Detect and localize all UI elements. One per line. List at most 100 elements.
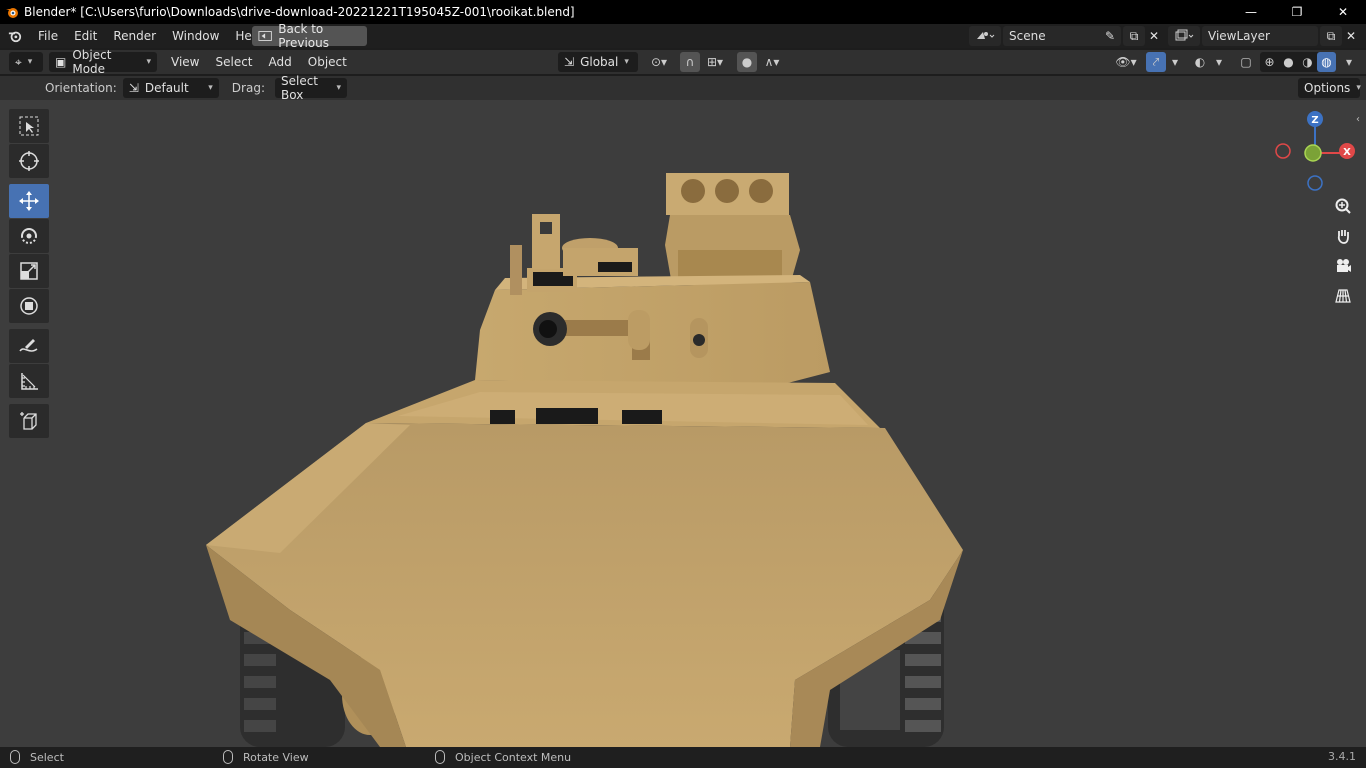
measure-tool[interactable] xyxy=(9,364,49,398)
launcher xyxy=(665,173,800,285)
orientation-value: Default xyxy=(144,81,189,95)
view-layer-name-field[interactable]: ViewLayer xyxy=(1202,26,1318,46)
falloff-icon[interactable]: ∧▾ xyxy=(757,52,787,72)
overlays-icon[interactable]: ◐ xyxy=(1190,52,1210,72)
window-title: Blender* [C:\Users\furio\Downloads\drive… xyxy=(24,5,575,19)
snap-icon[interactable]: ∩ xyxy=(680,52,700,72)
status-rotate: Rotate View xyxy=(223,750,309,764)
gizmo-x-label: X xyxy=(1343,147,1351,158)
menu-window[interactable]: Window xyxy=(164,24,227,48)
title-bar: Blender* [C:\Users\furio\Downloads\drive… xyxy=(0,0,1366,24)
camera-view-icon[interactable] xyxy=(1329,252,1357,280)
status-context: Object Context Menu xyxy=(435,750,571,764)
menu-add[interactable]: Add xyxy=(261,50,300,74)
drag-value: Select Box xyxy=(280,74,319,102)
pan-hand-icon[interactable] xyxy=(1329,222,1357,250)
navigation-gizmo[interactable]: Z X xyxy=(1270,108,1360,198)
gizmo-dropdown-icon[interactable]: ▾ xyxy=(1166,52,1184,72)
top-menu-bar: File Edit Render Window Help Back to Pre… xyxy=(0,22,1366,50)
menu-render[interactable]: Render xyxy=(105,24,164,48)
viewport-header: ⌖ ▾ ▣ Object Mode ▾ View Select Add Object… xyxy=(0,48,1366,76)
3d-viewport[interactable]: Z X ‹ xyxy=(0,100,1366,747)
version-label: 3.4.1 xyxy=(1328,750,1356,763)
xray-icon[interactable]: ▢ xyxy=(1236,52,1256,72)
proportional-editing-icon[interactable]: ● xyxy=(737,52,757,72)
screen-icon xyxy=(258,31,272,41)
view3d-icon: ⌖ xyxy=(15,54,22,69)
editor-type-dropdown[interactable]: ⌖ ▾ xyxy=(9,52,43,72)
wireframe-shading-icon[interactable]: ⊕ xyxy=(1260,52,1279,72)
menu-object[interactable]: Object xyxy=(300,50,355,74)
menu-file[interactable]: File xyxy=(30,24,66,48)
shading-group: ⊕ ● ◑ ◍ xyxy=(1260,52,1336,72)
restore-button[interactable]: ❐ xyxy=(1274,0,1320,24)
orientation-icon: ⇲ xyxy=(564,55,575,69)
menu-view[interactable]: View xyxy=(163,50,207,74)
scene-selector: Scene ✎ ⧉ ✕ xyxy=(969,26,1163,46)
close-window-button[interactable]: ✕ xyxy=(1320,0,1366,24)
snap-target-icon[interactable]: ⊞▾ xyxy=(700,52,730,72)
status-rotate-label: Rotate View xyxy=(243,750,309,764)
orientation-label: Orientation: xyxy=(45,81,117,95)
minimize-button[interactable]: — xyxy=(1228,0,1274,24)
solid-shading-icon[interactable]: ● xyxy=(1279,52,1298,72)
material-shading-icon[interactable]: ◑ xyxy=(1298,52,1317,72)
status-bar: Select Rotate View Object Context Menu 3… xyxy=(0,747,1366,768)
view-layer-browse-icon[interactable] xyxy=(1168,26,1200,46)
visibility-icon[interactable]: 👁▾ xyxy=(1110,52,1142,72)
object-mode-icon: ▣ xyxy=(55,55,67,69)
transform-orientation-dropdown[interactable]: ⇲ Global ▾ xyxy=(558,52,638,72)
new-scene-icon[interactable]: ⧉ xyxy=(1123,26,1145,46)
mode-label: Object Mode xyxy=(72,48,112,76)
tool-shelf xyxy=(9,109,49,439)
zoom-icon[interactable] xyxy=(1329,192,1357,220)
tool-settings-header: Orientation: ⇲ Default ▾ Drag: Select Box… xyxy=(0,74,1366,102)
scene-browse-icon[interactable] xyxy=(969,26,1001,46)
blender-menu-icon[interactable] xyxy=(0,29,30,43)
cursor-tool[interactable] xyxy=(9,144,49,178)
orientation-dropdown[interactable]: ⇲ Default ▾ xyxy=(122,78,219,98)
back-to-previous-label: Back to Previous xyxy=(278,22,329,50)
options-dropdown[interactable]: Options ▾ xyxy=(1298,78,1361,98)
rendered-shading-icon[interactable]: ◍ xyxy=(1317,52,1336,72)
transform-tool[interactable] xyxy=(9,289,49,323)
mouse-middle-icon xyxy=(223,750,233,764)
gizmo-z-label: Z xyxy=(1311,115,1318,126)
menu-select[interactable]: Select xyxy=(207,50,260,74)
rooikat-model xyxy=(206,173,963,747)
sidebar-toggle-icon[interactable]: ‹ xyxy=(1356,114,1366,125)
menu-edit[interactable]: Edit xyxy=(66,24,105,48)
delete-scene-icon[interactable]: ✕ xyxy=(1145,26,1163,46)
scale-tool[interactable] xyxy=(9,254,49,288)
status-context-label: Object Context Menu xyxy=(455,750,572,764)
view-layer-selector: ViewLayer ⧉ ✕ xyxy=(1168,26,1360,46)
blender-logo-icon xyxy=(6,8,18,18)
gizmo-toggle-icon[interactable]: ⤤ xyxy=(1146,52,1166,72)
orientation-axes-icon: ⇲ xyxy=(128,81,139,95)
pin-icon[interactable]: ✎ xyxy=(1105,29,1115,43)
annotate-tool[interactable] xyxy=(9,329,49,363)
new-view-layer-icon[interactable]: ⧉ xyxy=(1320,26,1342,46)
add-cube-tool[interactable] xyxy=(9,404,49,438)
select-box-tool[interactable] xyxy=(9,109,49,143)
perspective-toggle-icon[interactable] xyxy=(1329,282,1357,310)
pivot-point-icon[interactable]: ⊙▾ xyxy=(644,52,674,72)
move-tool[interactable] xyxy=(9,184,49,218)
view-layer-name: ViewLayer xyxy=(1208,29,1270,43)
back-to-previous-button[interactable]: Back to Previous xyxy=(252,22,367,50)
status-select: Select xyxy=(10,750,64,764)
drag-label: Drag: xyxy=(231,81,265,95)
mode-dropdown[interactable]: ▣ Object Mode ▾ xyxy=(49,48,157,76)
mouse-right-icon xyxy=(435,750,445,764)
scene-name-field[interactable]: Scene ✎ xyxy=(1003,26,1121,46)
transform-orientation-label: Global xyxy=(580,55,619,69)
delete-view-layer-icon[interactable]: ✕ xyxy=(1342,26,1360,46)
mouse-left-icon xyxy=(10,750,20,764)
overlays-dropdown-icon[interactable]: ▾ xyxy=(1210,52,1228,72)
options-label: Options xyxy=(1304,81,1351,95)
scene-name: Scene xyxy=(1009,29,1046,43)
shading-dropdown-icon[interactable]: ▾ xyxy=(1340,52,1358,72)
rotate-tool[interactable] xyxy=(9,219,49,253)
drag-dropdown[interactable]: Select Box ▾ xyxy=(274,74,347,102)
status-select-label: Select xyxy=(30,750,64,764)
